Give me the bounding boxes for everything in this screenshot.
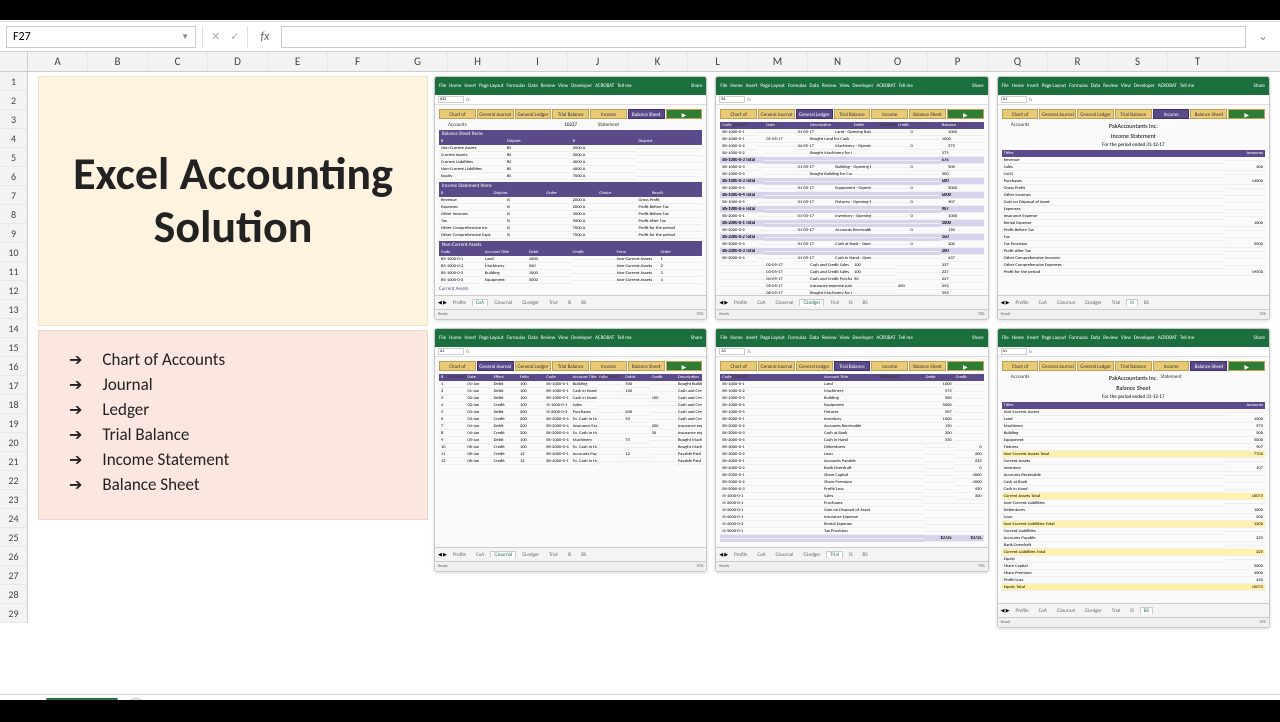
row-header[interactable]: 14 (0, 319, 27, 338)
col-header[interactable]: M (748, 52, 808, 71)
row-header[interactable]: 21 (0, 452, 27, 471)
feature-label: Journal (102, 374, 152, 395)
row-header[interactable]: 11 (0, 262, 27, 281)
features-block: ➔ Chart of Accounts ➔ Journal ➔ Ledger ➔ Trial … (38, 330, 428, 520)
col-header[interactable]: N (808, 52, 868, 71)
row-header[interactable]: 3 (0, 110, 27, 129)
thumbnails-container: FileHomeInsertPage LayoutFormulasDataRev… (434, 76, 1270, 628)
col-header[interactable]: G (388, 52, 448, 71)
row-header[interactable]: 27 (0, 566, 27, 585)
column-headers: ABCDEFGHIJKLMNOPQRST (0, 52, 1280, 72)
col-header[interactable]: E (268, 52, 328, 71)
row-header[interactable]: 9 (0, 224, 27, 243)
col-header[interactable]: A (28, 52, 88, 71)
row-header[interactable]: 1 (0, 72, 27, 91)
fx-icon[interactable]: fx (254, 30, 275, 44)
formula-bar: F27 ▼ ✕ ✓ fx ⌄ (0, 22, 1280, 52)
col-header[interactable]: J (568, 52, 628, 71)
feature-label: Chart of Accounts (102, 349, 225, 370)
col-header[interactable]: I (508, 52, 568, 71)
sheet-canvas[interactable]: Excel Accounting Solution ➔ Chart of Acco… (28, 72, 1280, 623)
name-box-value: F27 (13, 30, 31, 44)
feature-label: Ledger (102, 399, 149, 420)
col-header[interactable]: D (208, 52, 268, 71)
formula-controls: ✕ ✓ (202, 26, 248, 48)
row-header[interactable]: 17 (0, 376, 27, 395)
arrow-icon: ➔ (69, 425, 82, 445)
arrow-icon: ➔ (69, 350, 82, 370)
col-header[interactable]: B (88, 52, 148, 71)
feature-label: Balance Sheet (102, 474, 199, 495)
row-header[interactable]: 16 (0, 357, 27, 376)
row-header[interactable]: 20 (0, 433, 27, 452)
row-header[interactable]: 5 (0, 148, 27, 167)
row-headers: 1234567891011121314151617181920212223242… (0, 72, 28, 623)
col-header[interactable]: S (1108, 52, 1168, 71)
col-header[interactable]: C (148, 52, 208, 71)
cancel-icon[interactable]: ✕ (211, 30, 220, 43)
thumb-income-statement: FileHomeInsertPage LayoutFormulasDataRev… (997, 76, 1270, 320)
thumb-trial-balance: FileHomeInsertPage LayoutFormulasDataRev… (715, 328, 988, 572)
worksheet-grid: ABCDEFGHIJKLMNOPQRST 1234567891011121314… (0, 52, 1280, 694)
row-header[interactable]: 10 (0, 243, 27, 262)
arrow-icon: ➔ (69, 475, 82, 495)
title-block: Excel Accounting Solution (38, 76, 428, 326)
select-all-corner[interactable] (0, 52, 28, 71)
col-header[interactable]: K (628, 52, 688, 71)
col-header[interactable]: F (328, 52, 388, 71)
col-header[interactable]: O (868, 52, 928, 71)
row-header[interactable]: 19 (0, 414, 27, 433)
col-header[interactable]: L (688, 52, 748, 71)
name-box[interactable]: F27 ▼ (6, 26, 196, 48)
row-header[interactable]: 25 (0, 528, 27, 547)
thumb-coa: FileHomeInsertPage LayoutFormulasDataRev… (434, 76, 707, 320)
arrow-icon: ➔ (69, 450, 82, 470)
formula-input[interactable] (281, 26, 1246, 48)
title-text: Excel Accounting Solution (39, 148, 427, 254)
row-header[interactable]: 18 (0, 395, 27, 414)
col-header[interactable]: Q (988, 52, 1048, 71)
arrow-icon: ➔ (69, 400, 82, 420)
row-header[interactable]: 8 (0, 205, 27, 224)
row-header[interactable]: 4 (0, 129, 27, 148)
row-header[interactable]: 28 (0, 585, 27, 604)
row-header[interactable]: 15 (0, 338, 27, 357)
enter-icon[interactable]: ✓ (230, 30, 239, 43)
thumb-journal: FileHomeInsertPage LayoutFormulasDataRev… (434, 328, 707, 572)
thumb-ledger: FileHomeInsertPage LayoutFormulasDataRev… (715, 76, 988, 320)
row-header[interactable]: 2 (0, 91, 27, 110)
row-header[interactable]: 22 (0, 471, 27, 490)
col-header[interactable]: T (1168, 52, 1228, 71)
row-header[interactable]: 23 (0, 490, 27, 509)
expand-formula-icon[interactable]: ⌄ (1252, 29, 1274, 44)
col-header[interactable]: H (448, 52, 508, 71)
feature-label: Income Statement (102, 449, 229, 470)
col-header[interactable]: P (928, 52, 988, 71)
row-header[interactable]: 24 (0, 509, 27, 528)
col-header[interactable]: R (1048, 52, 1108, 71)
arrow-icon: ➔ (69, 375, 82, 395)
thumb-balance-sheet: FileHomeInsertPage LayoutFormulasDataRev… (997, 328, 1270, 628)
row-header[interactable]: 29 (0, 604, 27, 623)
feature-label: Trial Balance (102, 424, 189, 445)
row-header[interactable]: 26 (0, 547, 27, 566)
row-header[interactable]: 12 (0, 281, 27, 300)
chevron-down-icon[interactable]: ▼ (181, 32, 189, 42)
row-header[interactable]: 6 (0, 167, 27, 186)
row-header[interactable]: 13 (0, 300, 27, 319)
row-header[interactable]: 7 (0, 186, 27, 205)
